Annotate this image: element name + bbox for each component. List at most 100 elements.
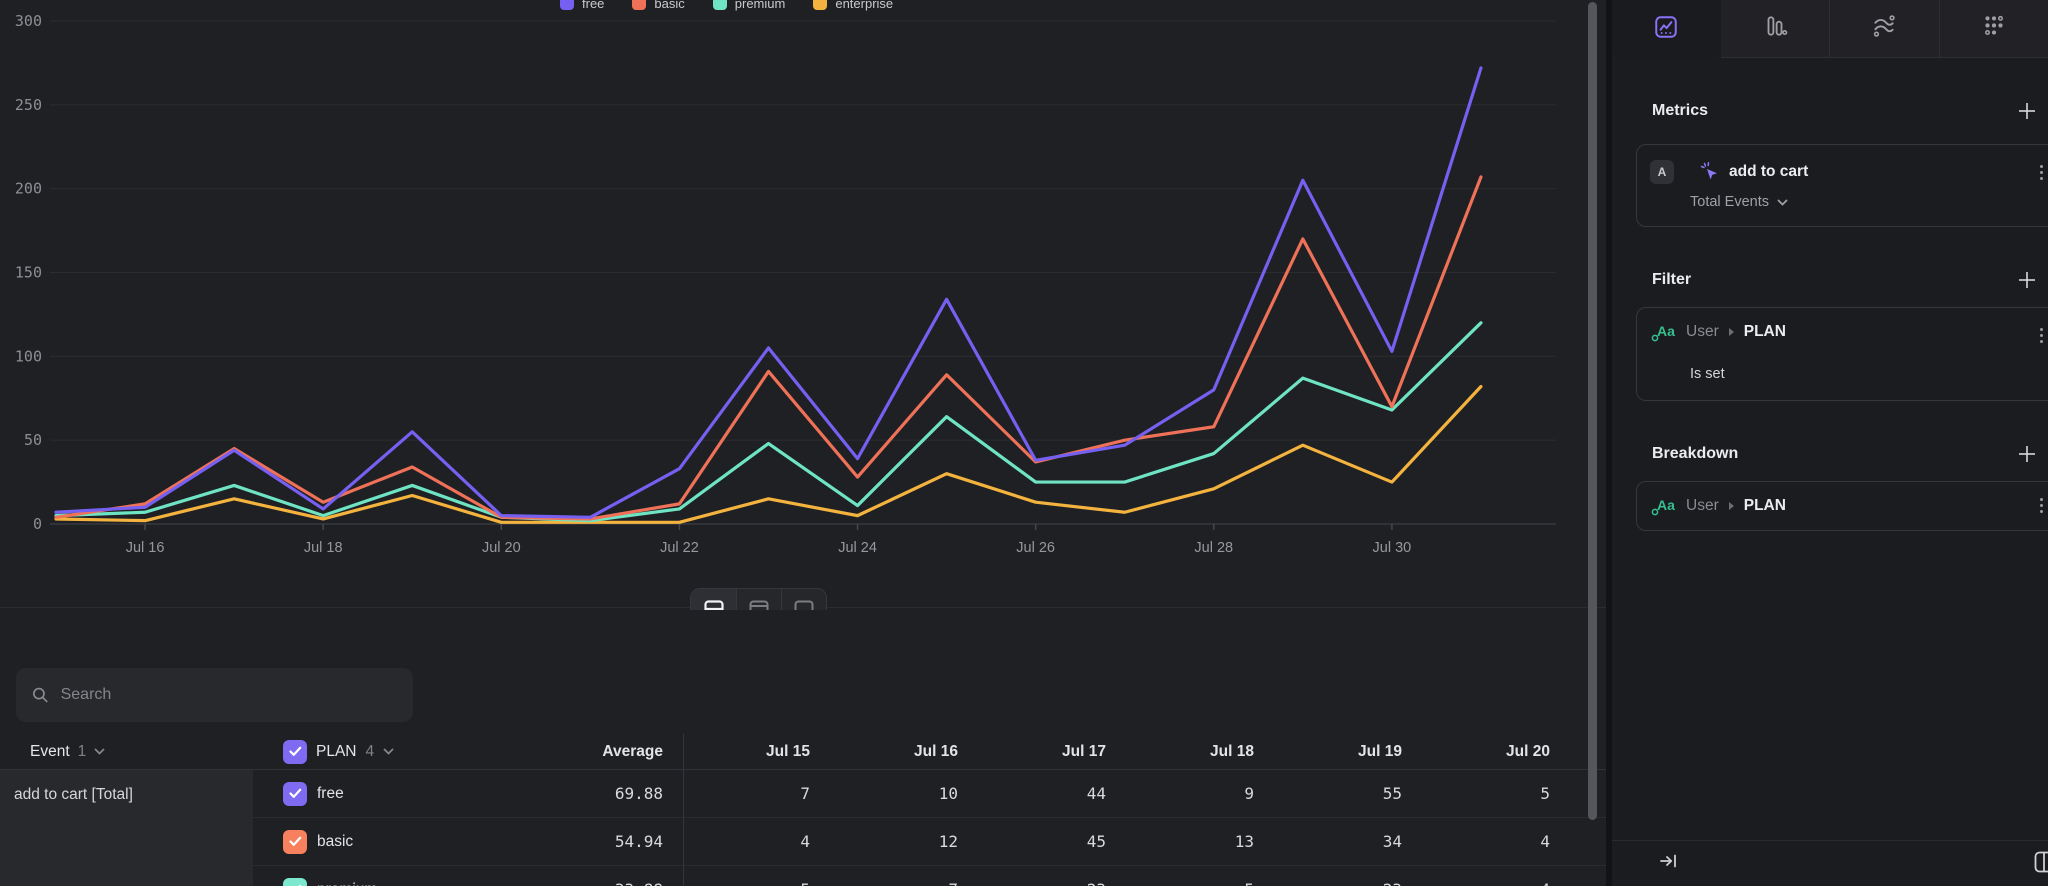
breakdown-card[interactable]: Aa User PLAN (1636, 481, 2048, 531)
y-axis-tick-label: 250 (15, 96, 42, 114)
event-column-header[interactable]: Event 1 (30, 743, 253, 761)
side-panel-toggle-button[interactable] (2034, 851, 2048, 878)
y-axis-tick-label: 50 (24, 431, 42, 449)
chevron-right-icon (1728, 501, 1735, 511)
row-checkbox-basic[interactable] (283, 830, 307, 854)
breakdown-table-area: Event 1 PLAN 4 Average Ju (0, 610, 1606, 886)
table-body: add to cart [Total] free69.88710449555ba… (0, 770, 1606, 886)
add-filter-button[interactable] (2016, 269, 2038, 291)
filter-property-name[interactable]: PLAN (1744, 323, 1786, 341)
x-axis-tick-label: Jul 16 (126, 540, 165, 556)
date-column-header[interactable]: Jul 16 (810, 743, 958, 761)
x-axis-tick-label: Jul 26 (1016, 540, 1055, 556)
metrics-title: Metrics (1652, 102, 1708, 120)
metric-letter-badge: A (1650, 160, 1674, 184)
date-column-headers: Jul 15Jul 16Jul 17Jul 18Jul 19Jul 20 (683, 743, 1550, 761)
segment-name: basic (317, 833, 470, 851)
tab-stream-chart[interactable] (1829, 0, 1939, 58)
vertical-scrollbar[interactable] (1588, 2, 1597, 820)
metric-options-menu[interactable] (2033, 161, 2048, 183)
metric-card[interactable]: A add to cart Total Events (1636, 144, 2048, 227)
search-input[interactable] (61, 686, 397, 704)
legend-item-enterprise[interactable]: enterprise (813, 0, 893, 11)
average-value: 69.88 (470, 784, 663, 803)
query-sidebar: Metrics A add to cart (1606, 0, 2048, 886)
row-checkbox-premium[interactable] (283, 878, 307, 886)
date-column-header[interactable]: Jul 18 (1106, 743, 1254, 761)
tab-bar-chart[interactable] (1721, 0, 1830, 58)
event-name-cell[interactable]: add to cart [Total] (0, 770, 253, 886)
table-row-premium: premium33.8857235234 (253, 866, 1606, 886)
sidebar-body: Metrics A add to cart (1612, 58, 2048, 840)
tab-line-chart[interactable] (1612, 0, 1721, 58)
legend-item-basic[interactable]: basic (632, 0, 684, 11)
filter-property-row: Aa User PLAN (1637, 308, 2048, 356)
plan-select-all-checkbox[interactable] (283, 740, 307, 764)
x-axis-tick-label: Jul 20 (482, 540, 521, 556)
x-axis-tick-label: Jul 30 (1373, 540, 1412, 556)
legend-item-premium[interactable]: premium (713, 0, 786, 11)
collapse-sidebar-button[interactable] (1659, 852, 1679, 875)
date-column-header[interactable]: Jul 17 (958, 743, 1106, 761)
cell-value: 7 (810, 880, 958, 886)
plan-column-header[interactable]: PLAN 4 (253, 740, 440, 764)
filter-operator-label: Is set (1690, 366, 1725, 382)
date-column-header[interactable]: Jul 15 (683, 743, 810, 761)
filter-operator-row[interactable]: Is set (1637, 356, 2048, 400)
cell-value: 7 (683, 784, 810, 803)
check-icon (289, 788, 302, 799)
stream-chart-icon (1870, 13, 1898, 44)
cell-value: 4 (683, 832, 810, 851)
segment-rows: free69.88710449555basic54.944124513344pr… (253, 770, 1606, 886)
row-checkbox-free[interactable] (283, 782, 307, 806)
split-panel-icon (2034, 851, 2048, 873)
date-column-header[interactable]: Jul 20 (1402, 743, 1550, 761)
check-icon (289, 836, 302, 847)
layout-button-split-view[interactable] (691, 589, 736, 610)
legend-label: enterprise (835, 0, 893, 11)
metric-event-name[interactable]: add to cart (1729, 163, 1808, 181)
date-column-header[interactable]: Jul 19 (1254, 743, 1402, 761)
cell-value: 5 (683, 880, 810, 886)
text-property-icon: Aa (1651, 322, 1677, 342)
line-chart-icon (1653, 14, 1679, 45)
event-header-label: Event (30, 743, 70, 761)
metrics-section-heading: Metrics (1612, 100, 2048, 122)
add-metric-button[interactable] (2016, 100, 2038, 122)
legend-swatch (713, 0, 727, 10)
layout-button-chart-view[interactable] (736, 589, 781, 610)
y-axis-tick-label: 150 (15, 264, 42, 282)
series-line-premium (56, 323, 1481, 521)
legend-item-free[interactable]: free (560, 0, 604, 11)
metric-card-row: A add to cart (1637, 145, 2048, 184)
event-count: 1 (78, 743, 87, 761)
breakdown-options-menu[interactable] (2033, 494, 2048, 516)
layout-toggle-group (690, 588, 827, 610)
search-box[interactable] (16, 668, 413, 722)
table-row-free: free69.88710449555 (253, 770, 1606, 818)
layout-button-table-view[interactable] (781, 589, 826, 610)
filter-card[interactable]: Aa User PLAN Is set (1636, 307, 2048, 401)
breakdown-title: Breakdown (1652, 445, 1738, 463)
legend-label: premium (735, 0, 786, 11)
filter-options-menu[interactable] (2033, 324, 2048, 346)
event-cursor-icon (1699, 161, 1721, 183)
cell-value: 5 (1402, 784, 1550, 803)
cell-value: 44 (958, 784, 1106, 803)
average-value: 33.88 (470, 880, 663, 886)
cell-value: 55 (1254, 784, 1402, 803)
average-value: 54.94 (470, 832, 663, 851)
metric-measure-row[interactable]: Total Events (1637, 184, 2048, 226)
breakdown-property-name[interactable]: PLAN (1744, 497, 1786, 515)
tab-more-charts[interactable] (1939, 0, 2048, 58)
average-column-header[interactable]: Average (440, 743, 663, 761)
sidebar-footer (1612, 840, 2048, 886)
x-axis-tick-label: Jul 22 (660, 540, 699, 556)
line-chart: 050100150200250300Jul 16Jul 18Jul 20Jul … (0, 0, 1596, 610)
main-content-area: 050100150200250300Jul 16Jul 18Jul 20Jul … (0, 0, 1606, 886)
x-axis-tick-label: Jul 18 (304, 540, 343, 556)
plus-icon (2018, 102, 2036, 120)
legend-swatch (813, 0, 827, 10)
add-breakdown-button[interactable] (2016, 443, 2038, 465)
table-column-divider (683, 734, 684, 886)
